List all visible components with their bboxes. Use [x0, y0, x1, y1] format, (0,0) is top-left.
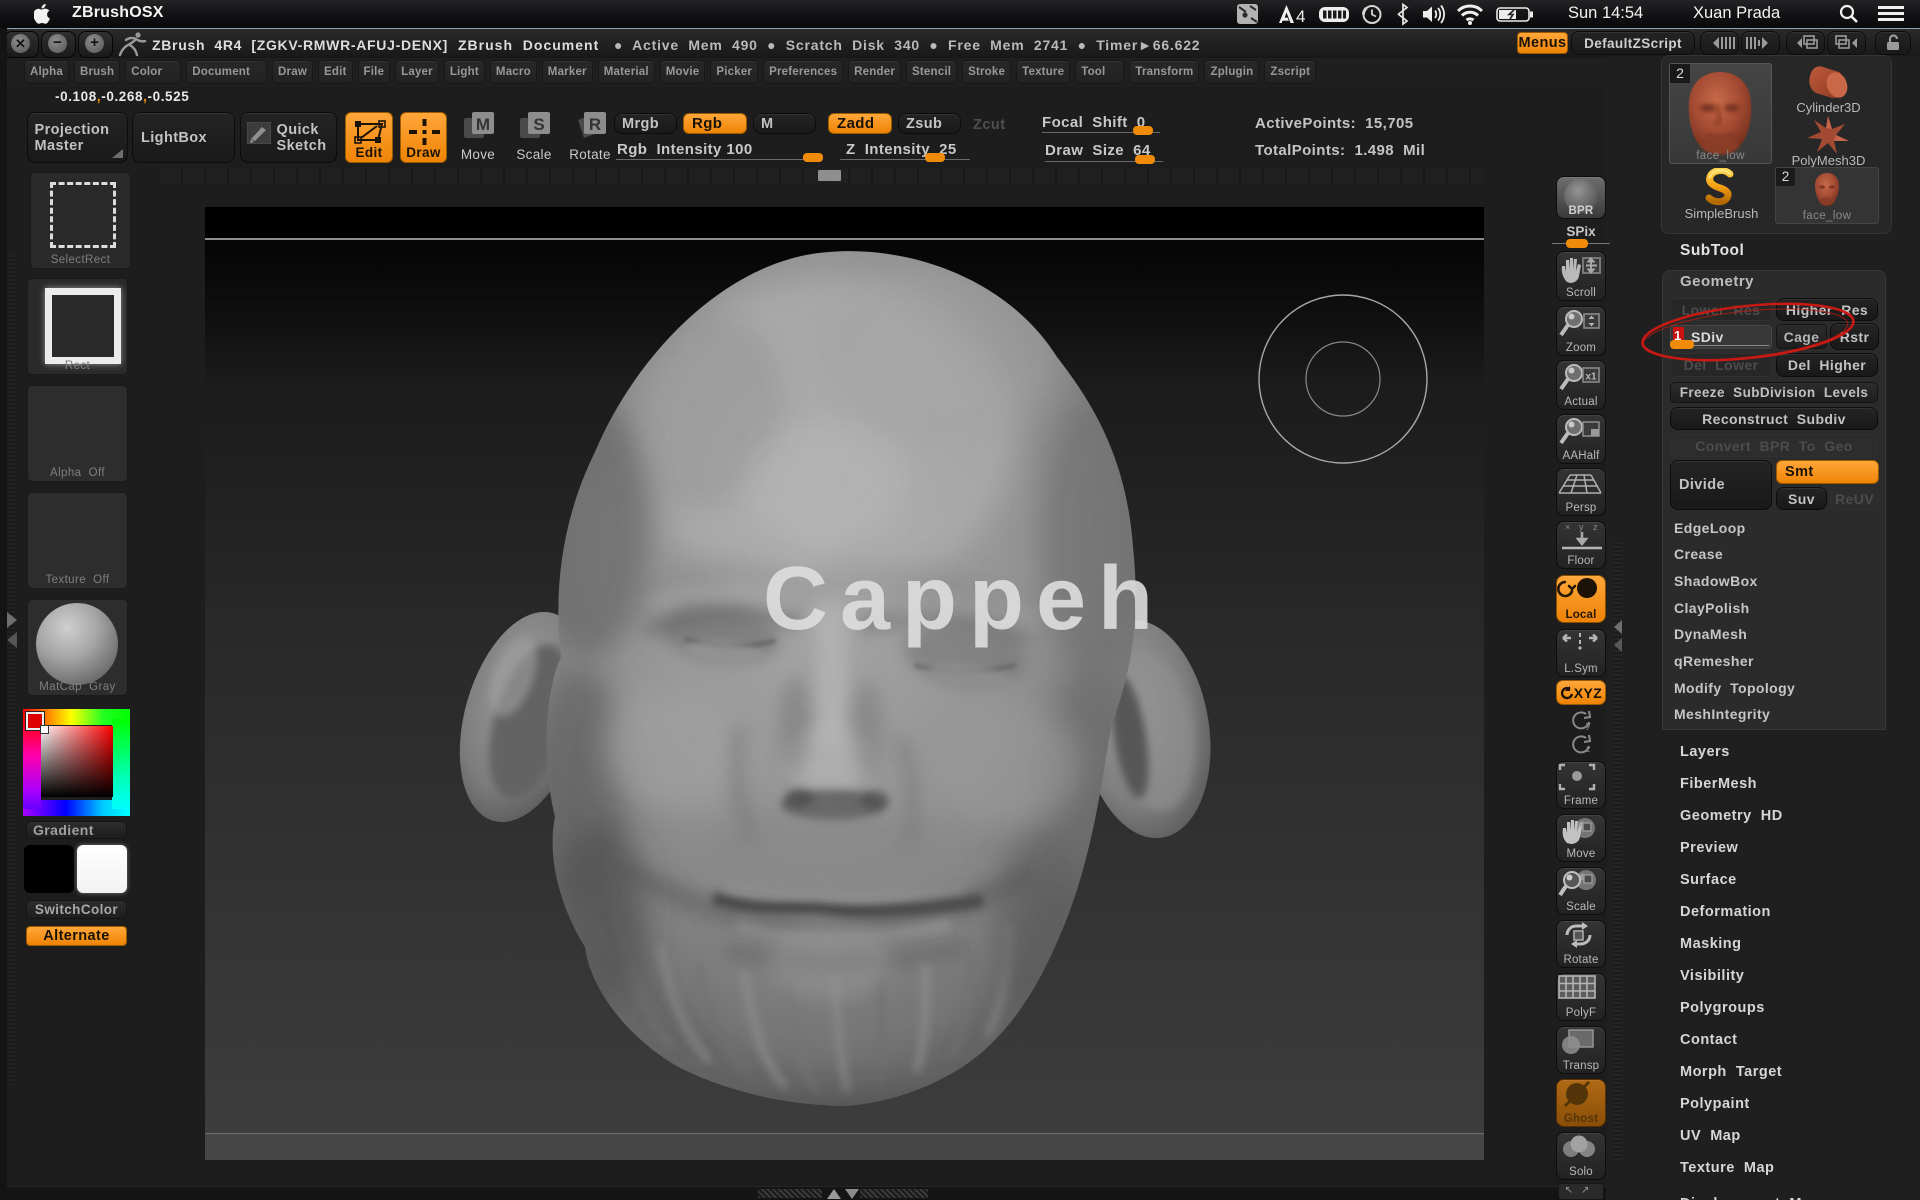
svg-text:M: M	[476, 115, 490, 134]
svg-text:4: 4	[1296, 7, 1305, 26]
svg-text:y: y	[1586, 720, 1591, 730]
svg-text:z: z	[1593, 522, 1598, 532]
svg-text:R: R	[589, 115, 601, 134]
svg-text:×: ×	[1565, 522, 1570, 532]
svg-text:y: y	[1579, 522, 1584, 532]
svg-text:x1: x1	[1585, 372, 1597, 383]
svg-text:S: S	[533, 115, 544, 134]
svg-text:z: z	[1586, 744, 1591, 754]
